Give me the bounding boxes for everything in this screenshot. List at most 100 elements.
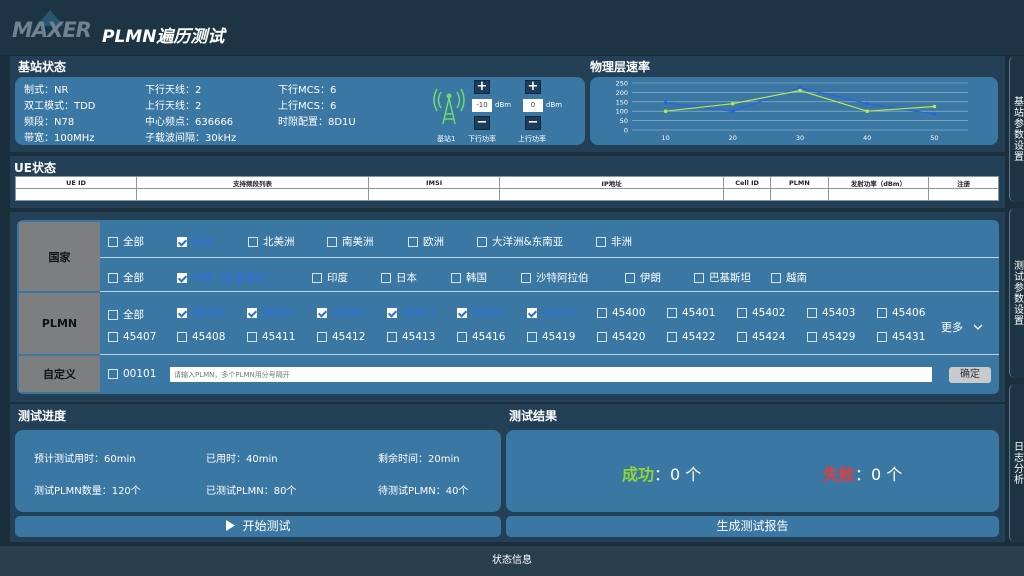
plmn-option-8[interactable]: 45401 bbox=[667, 307, 715, 319]
country-option-4[interactable]: 韩国 bbox=[451, 270, 487, 285]
plmn-option-2[interactable]: 45411 bbox=[247, 331, 295, 343]
plmn-option-10[interactable]: 45429 bbox=[807, 331, 855, 343]
checkbox[interactable] bbox=[771, 272, 781, 283]
country-option-0[interactable]: 全部 bbox=[108, 270, 144, 285]
checkbox[interactable] bbox=[807, 308, 817, 318]
country-option-5[interactable]: 沙特阿拉伯 bbox=[521, 270, 589, 285]
plmn-option-11[interactable]: 45431 bbox=[877, 331, 925, 343]
checkbox[interactable] bbox=[737, 308, 747, 318]
tab-log-analysis[interactable]: 日志分析 bbox=[1009, 384, 1024, 542]
dl-power-input[interactable]: -10 bbox=[472, 99, 492, 112]
checkbox[interactable] bbox=[108, 309, 118, 320]
checkbox[interactable] bbox=[737, 332, 747, 342]
plmn-option-5[interactable]: 45416 bbox=[457, 331, 505, 343]
checkbox[interactable] bbox=[108, 332, 118, 342]
plmn-option-7[interactable]: 45400 bbox=[597, 307, 645, 319]
region-option-6[interactable]: 非洲 bbox=[596, 234, 632, 249]
checkbox[interactable] bbox=[247, 332, 257, 342]
region-option-4[interactable]: 欧洲 bbox=[408, 234, 444, 249]
checkbox[interactable] bbox=[807, 332, 817, 342]
dl-power-increase-button[interactable]: + bbox=[474, 80, 490, 94]
ul-power-increase-button[interactable]: + bbox=[525, 80, 541, 94]
plmn-option-6[interactable]: 45419 bbox=[527, 331, 575, 343]
dl-power-decrease-button[interactable]: − bbox=[474, 116, 490, 130]
checkbox[interactable] bbox=[381, 272, 391, 283]
plmn-option-10[interactable]: 45403 bbox=[807, 307, 855, 319]
country-option-1[interactable]: 中国（含港澳台） bbox=[177, 270, 276, 285]
checkbox[interactable] bbox=[527, 332, 537, 342]
checkbox[interactable] bbox=[387, 308, 397, 318]
plmn-option-4[interactable]: 46011 bbox=[387, 307, 435, 319]
checkbox[interactable] bbox=[177, 236, 187, 247]
country-option-6[interactable]: 伊朗 bbox=[625, 270, 661, 285]
plmn-option-9[interactable]: 45424 bbox=[737, 331, 785, 343]
tab-test-settings[interactable]: 测试参数设置 bbox=[1009, 208, 1024, 378]
region-option-2[interactable]: 北美洲 bbox=[248, 234, 295, 249]
checkbox[interactable] bbox=[247, 308, 257, 318]
checkbox[interactable] bbox=[596, 236, 606, 247]
checkbox[interactable] bbox=[694, 272, 704, 283]
ul-power-decrease-button[interactable]: − bbox=[525, 116, 541, 130]
plmn-option-0[interactable]: 全部 bbox=[108, 307, 144, 322]
checkbox[interactable] bbox=[408, 236, 418, 247]
plmn-option-label: 45403 bbox=[822, 307, 856, 319]
more-plmn-button[interactable]: 更多 bbox=[941, 319, 983, 335]
plmn-option-3[interactable]: 45412 bbox=[317, 331, 365, 343]
checkbox[interactable] bbox=[108, 369, 118, 379]
region-option-1[interactable]: 亚洲 bbox=[177, 234, 213, 249]
plmn-option-label: 46000 bbox=[192, 307, 226, 319]
checkbox[interactable] bbox=[108, 272, 118, 283]
ul-power-input[interactable]: 0 bbox=[523, 99, 543, 112]
country-option-8[interactable]: 越南 bbox=[771, 270, 807, 285]
country-option-7[interactable]: 巴基斯坦 bbox=[694, 270, 751, 285]
plmn-option-2[interactable]: 46001 bbox=[247, 307, 295, 319]
checkbox[interactable] bbox=[477, 236, 487, 247]
plmn-option-7[interactable]: 45420 bbox=[597, 331, 645, 343]
checkbox[interactable] bbox=[387, 332, 397, 342]
checkbox[interactable] bbox=[327, 236, 337, 247]
checkbox[interactable] bbox=[667, 332, 677, 342]
plmn-option-9[interactable]: 45402 bbox=[737, 307, 785, 319]
plmn-option-0[interactable]: 45407 bbox=[108, 331, 156, 343]
checkbox[interactable] bbox=[625, 272, 635, 283]
region-option-0[interactable]: 全部 bbox=[108, 234, 144, 249]
checkbox[interactable] bbox=[177, 272, 187, 283]
checkbox[interactable] bbox=[527, 308, 537, 318]
checkbox[interactable] bbox=[177, 332, 187, 342]
region-option-5[interactable]: 大洋洲&东南亚 bbox=[477, 234, 563, 249]
country-option-3[interactable]: 日本 bbox=[381, 270, 417, 285]
region-option-3[interactable]: 南美洲 bbox=[327, 234, 374, 249]
checkbox[interactable] bbox=[177, 308, 187, 318]
checkbox[interactable] bbox=[451, 272, 461, 283]
plmn-option-label: 45420 bbox=[612, 331, 646, 343]
plmn-option-5[interactable]: 46015 bbox=[457, 307, 505, 319]
checkbox[interactable] bbox=[597, 308, 607, 318]
plmn-option-1[interactable]: 45408 bbox=[177, 331, 225, 343]
custom-option-00101[interactable]: 00101 bbox=[108, 368, 156, 380]
plmn-option-1[interactable]: 46000 bbox=[177, 307, 225, 319]
start-test-button[interactable]: 开始测试 bbox=[15, 516, 501, 537]
checkbox[interactable] bbox=[317, 308, 327, 318]
plmn-option-4[interactable]: 45413 bbox=[387, 331, 435, 343]
tab-base-station-settings[interactable]: 基站参数设置 bbox=[1009, 56, 1024, 202]
checkbox[interactable] bbox=[108, 236, 118, 247]
checkbox[interactable] bbox=[457, 332, 467, 342]
checkbox[interactable] bbox=[248, 236, 258, 247]
checkbox[interactable] bbox=[877, 308, 887, 318]
confirm-button[interactable]: 确定 bbox=[949, 367, 991, 383]
country-option-2[interactable]: 印度 bbox=[312, 270, 348, 285]
plmn-option-11[interactable]: 45406 bbox=[877, 307, 925, 319]
bs-standard: 制式：NR bbox=[24, 85, 69, 96]
plmn-option-8[interactable]: 45422 bbox=[667, 331, 715, 343]
plmn-option-3[interactable]: 46003 bbox=[317, 307, 365, 319]
custom-plmn-input[interactable] bbox=[170, 367, 932, 382]
checkbox[interactable] bbox=[312, 272, 322, 283]
checkbox[interactable] bbox=[597, 332, 607, 342]
plmn-option-6[interactable]: 46020 bbox=[527, 307, 575, 319]
checkbox[interactable] bbox=[317, 332, 327, 342]
checkbox[interactable] bbox=[521, 272, 531, 283]
checkbox[interactable] bbox=[457, 308, 467, 318]
generate-report-button[interactable]: 生成测试报告 bbox=[506, 516, 999, 537]
checkbox[interactable] bbox=[877, 332, 887, 342]
checkbox[interactable] bbox=[667, 308, 677, 318]
